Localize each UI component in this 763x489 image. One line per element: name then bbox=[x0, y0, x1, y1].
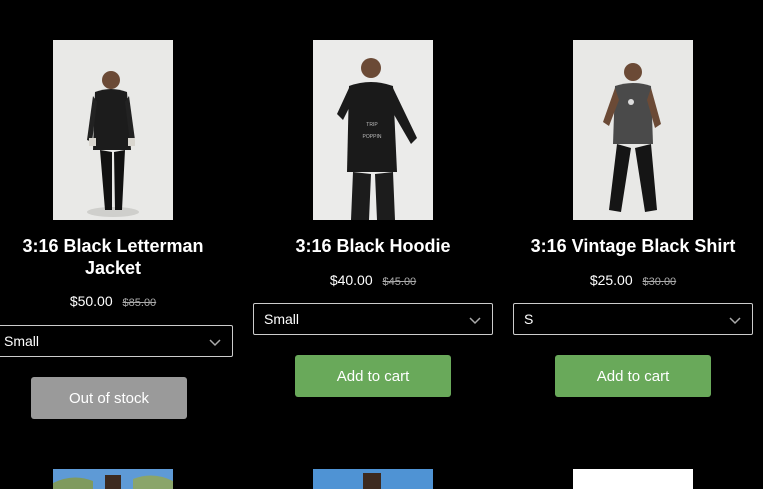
chevron-down-icon bbox=[469, 317, 481, 325]
price-row: $50.00 $85.00 bbox=[0, 293, 233, 309]
variant-select-value: Small bbox=[4, 333, 40, 349]
sale-price: $40.00 bbox=[329, 272, 373, 288]
out-of-stock-button[interactable]: Out of stock bbox=[31, 377, 187, 419]
product-image[interactable] bbox=[573, 469, 693, 489]
variant-select-value: Small bbox=[264, 311, 300, 327]
product-title[interactable]: 3:16 Black Hoodie bbox=[253, 235, 493, 257]
compare-price: $30.00 bbox=[642, 276, 677, 288]
product-image-black-hoodie[interactable]: TRIP POPPIN bbox=[313, 40, 433, 220]
chevron-down-icon bbox=[729, 317, 741, 325]
product-image[interactable] bbox=[53, 469, 173, 489]
variant-select[interactable]: S bbox=[513, 303, 753, 335]
compare-price: $85.00 bbox=[122, 297, 157, 309]
variant-select[interactable]: Small bbox=[0, 325, 233, 357]
add-to-cart-button[interactable]: Add to cart bbox=[295, 355, 451, 397]
product-title[interactable]: 3:16 Vintage Black Shirt bbox=[513, 235, 753, 257]
variant-select-value: S bbox=[524, 311, 534, 327]
price-row: $40.00 $45.00 bbox=[253, 272, 493, 288]
sale-price: $50.00 bbox=[69, 293, 113, 309]
variant-select[interactable]: Small bbox=[253, 303, 493, 335]
svg-text:POPPIN: POPPIN bbox=[363, 134, 382, 140]
chevron-down-icon bbox=[209, 339, 221, 347]
product-title-line[interactable]: 3:16 Black Letterman bbox=[0, 235, 233, 257]
add-to-cart-button[interactable]: Add to cart bbox=[555, 355, 711, 397]
price-row: $25.00 $30.00 bbox=[513, 272, 753, 288]
product-title-line[interactable]: Jacket bbox=[0, 257, 233, 279]
svg-text:TRIP: TRIP bbox=[366, 122, 378, 128]
product-image-vintage-shirt[interactable] bbox=[573, 40, 693, 220]
product-image[interactable] bbox=[313, 469, 433, 489]
product-title[interactable]: 3:16 Black Letterman Jacket bbox=[0, 235, 233, 279]
sale-price: $25.00 bbox=[589, 272, 633, 288]
compare-price: $45.00 bbox=[382, 276, 417, 288]
product-image-letterman-jacket[interactable] bbox=[53, 40, 173, 220]
